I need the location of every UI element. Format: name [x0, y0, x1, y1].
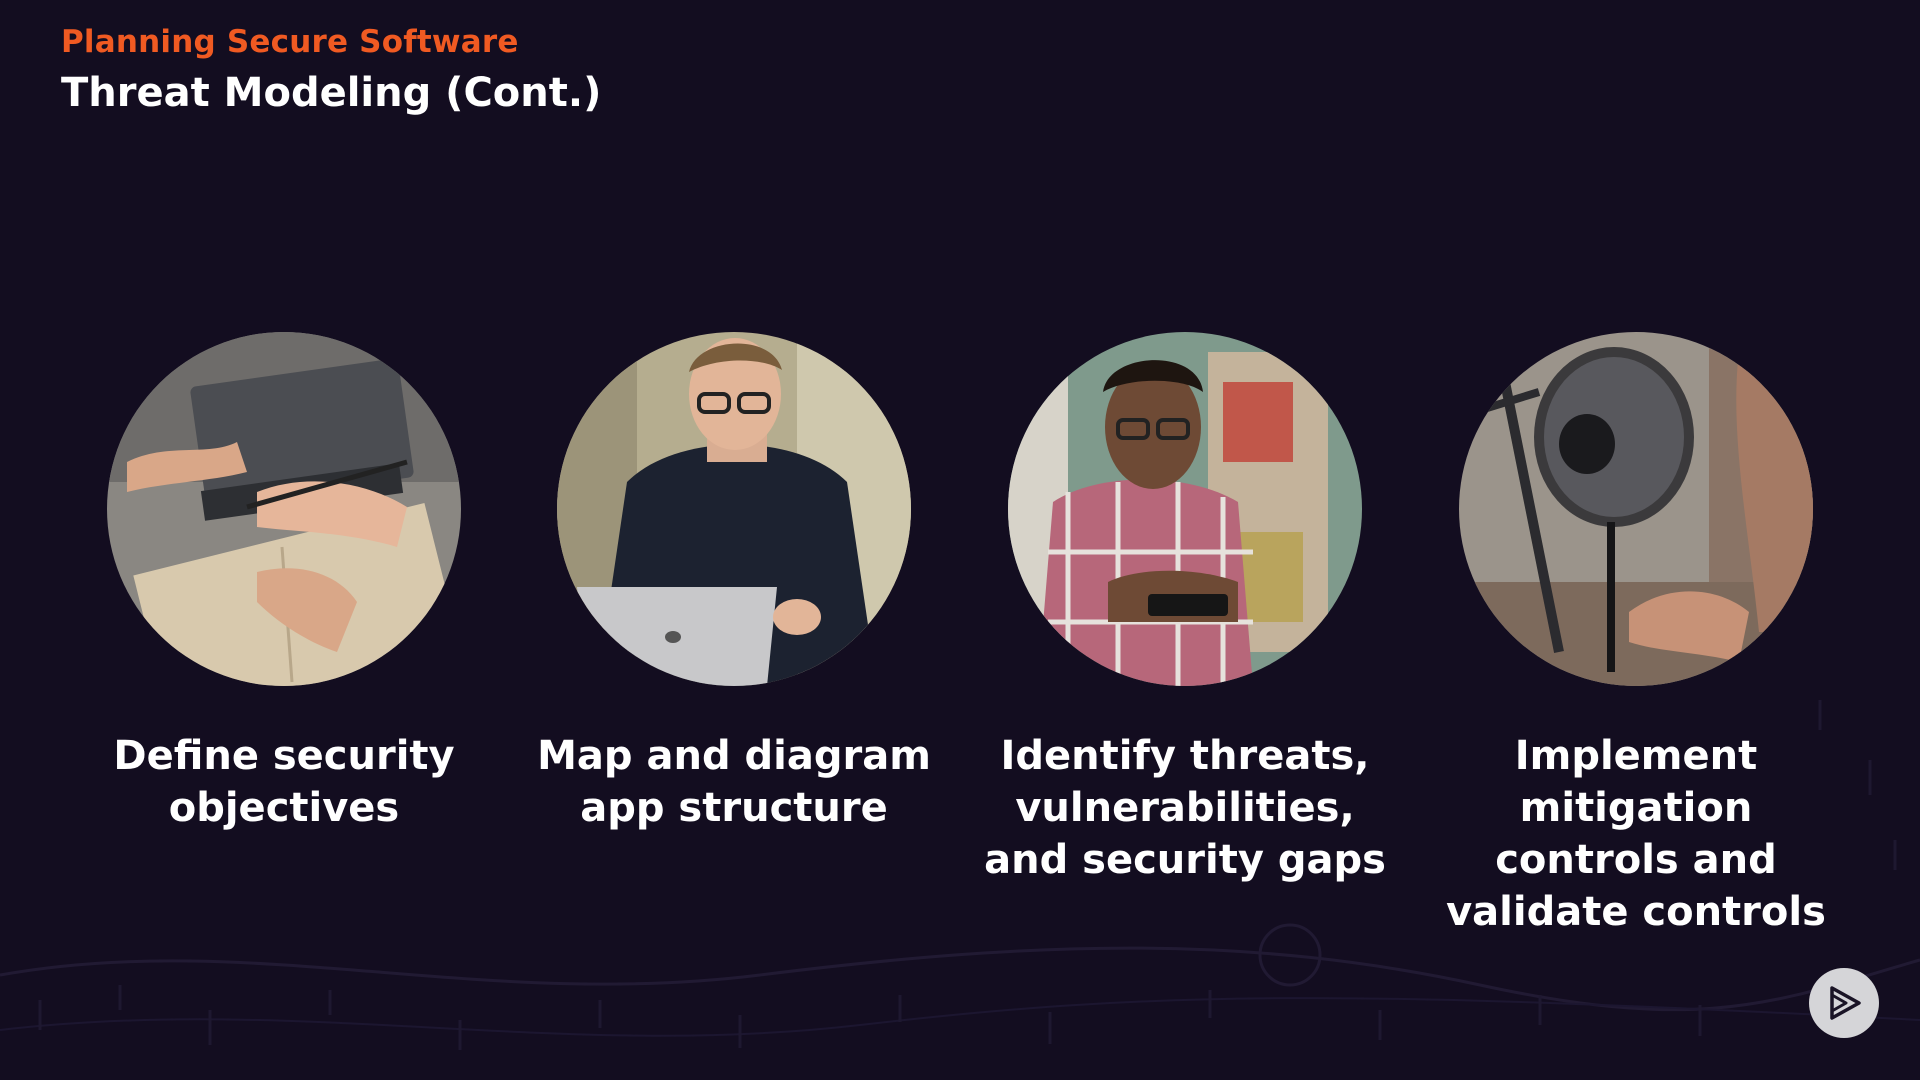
step-card-4: Implement mitigation controls and valida… — [1411, 332, 1861, 938]
slide: Planning Secure Software Threat Modeling… — [0, 0, 1920, 1080]
step-card-1: Define security objectives — [59, 332, 509, 834]
step-caption: Define security objectives — [113, 733, 455, 831]
podcast-microphone-photo — [1459, 332, 1813, 686]
steps-row: Define security objectives Map and diagr… — [0, 0, 1920, 1080]
man-working-on-laptop-photo — [557, 332, 911, 686]
step-caption: Map and diagram app structure — [537, 733, 931, 831]
play-logo-icon[interactable] — [1809, 968, 1879, 1038]
hands-writing-notebook-photo — [107, 332, 461, 686]
step-card-2: Map and diagram app structure — [509, 332, 959, 834]
man-using-phone-photo — [1008, 332, 1362, 686]
step-caption: Identify threats, vulnerabilities, and s… — [984, 733, 1386, 883]
step-card-3: Identify threats, vulnerabilities, and s… — [960, 332, 1410, 886]
step-caption: Implement mitigation controls and valida… — [1446, 733, 1826, 935]
